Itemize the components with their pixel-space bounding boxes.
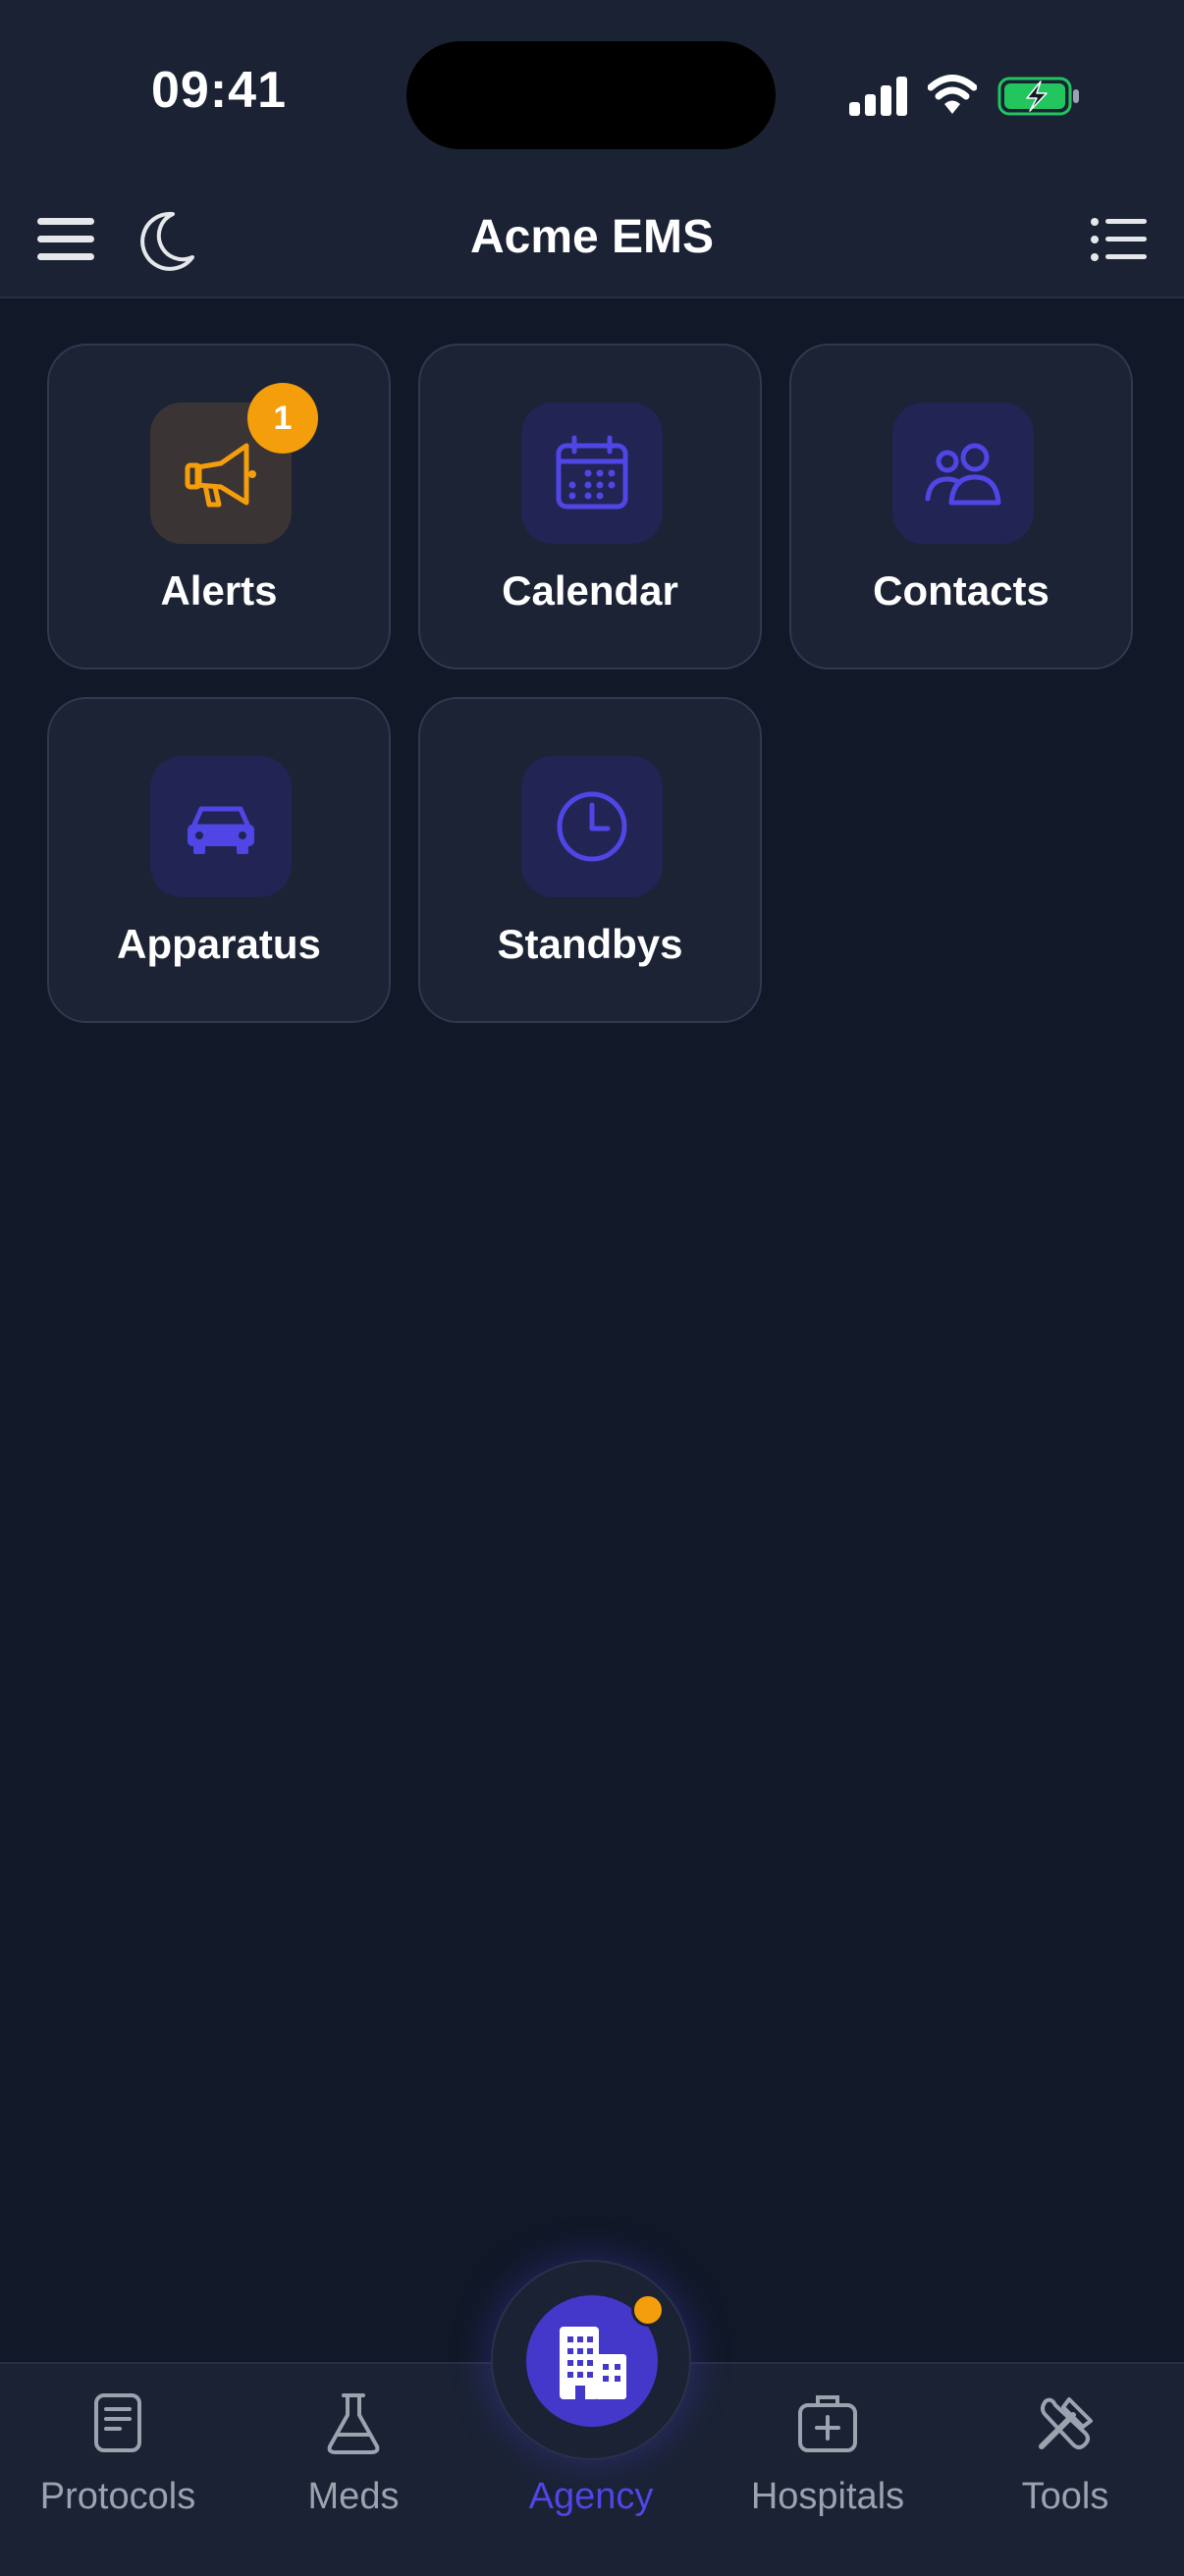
tile-standbys[interactable]: Standbys xyxy=(418,697,762,1023)
battery-charging-icon xyxy=(997,77,1079,116)
tile-label: Calendar xyxy=(502,567,678,614)
clock-icon xyxy=(557,791,627,862)
list-icon[interactable] xyxy=(1090,216,1149,263)
car-icon xyxy=(188,806,254,854)
tile-icon-container xyxy=(892,402,1034,544)
tab-label: Protocols xyxy=(39,2476,196,2517)
megaphone-icon xyxy=(185,443,256,508)
tile-contacts[interactable]: Contacts xyxy=(789,344,1133,670)
notification-badge: 1 xyxy=(247,383,318,454)
flask-icon xyxy=(327,2393,380,2454)
tab-tools[interactable]: Tools xyxy=(947,2364,1183,2576)
agency-notification-dot xyxy=(631,2293,665,2327)
medical-kit-icon xyxy=(798,2395,857,2452)
tab-meds[interactable]: Meds xyxy=(236,2364,471,2576)
status-time: 09:41 xyxy=(151,62,287,119)
tile-alerts[interactable]: 1 Alerts xyxy=(47,344,391,670)
top-bar: 09:41 Acme EMS xyxy=(0,0,1184,298)
tile-label: Apparatus xyxy=(117,921,321,967)
tile-label: Contacts xyxy=(873,567,1049,614)
building-icon xyxy=(560,2327,626,2399)
tools-icon xyxy=(1039,2397,1093,2449)
users-icon xyxy=(925,443,1001,506)
tile-icon-container xyxy=(521,402,663,544)
tab-protocols[interactable]: Protocols xyxy=(0,2364,236,2576)
tab-hospitals[interactable]: Hospitals xyxy=(710,2364,945,2576)
tile-calendar[interactable]: Calendar xyxy=(418,344,762,670)
tab-label: Hospitals xyxy=(750,2476,905,2517)
dynamic-island xyxy=(406,41,776,149)
tab-label: Tools xyxy=(1021,2476,1109,2517)
tile-label: Alerts xyxy=(160,567,278,614)
app-title: Acme EMS xyxy=(469,211,715,263)
tile-icon-container xyxy=(521,756,663,897)
cellular-signal-icon xyxy=(849,77,908,116)
tab-label-agency[interactable]: Agency xyxy=(471,2476,711,2518)
tile-icon-container xyxy=(150,756,292,897)
document-icon xyxy=(94,2393,141,2452)
calendar-icon xyxy=(556,435,628,510)
wifi-icon xyxy=(928,75,977,114)
tab-label: Meds xyxy=(307,2476,400,2517)
tile-label: Standbys xyxy=(497,921,683,967)
tile-apparatus[interactable]: Apparatus xyxy=(47,697,391,1023)
